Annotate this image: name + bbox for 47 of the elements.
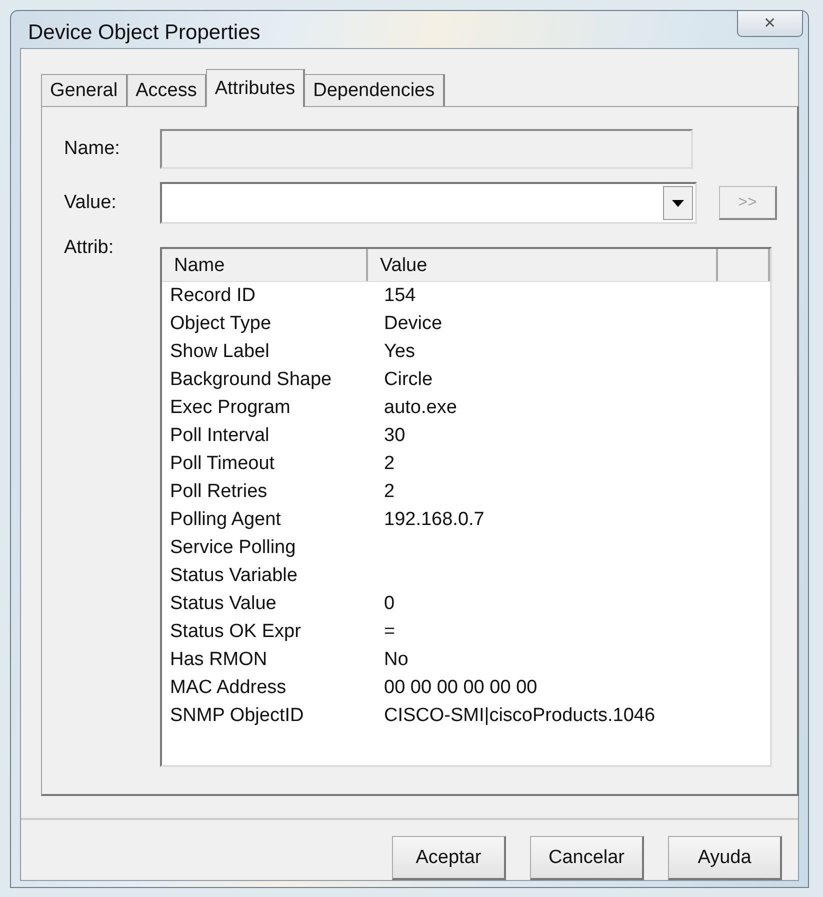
- attribute-value: 192.168.0.7: [383, 509, 486, 531]
- attribute-value: CISCO-SMI|ciscoProducts.1046: [383, 705, 656, 727]
- attribute-name: SNMP ObjectID: [169, 705, 305, 727]
- dialog-button[interactable]: Cancelar: [530, 836, 644, 880]
- attribute-name: Record ID: [169, 285, 257, 307]
- tab[interactable]: Access: [126, 74, 207, 107]
- dropdown-button[interactable]: [663, 186, 693, 220]
- attribute-value: 00 00 00 00 00 00: [383, 677, 538, 699]
- column-header[interactable]: Value: [368, 249, 718, 281]
- attribute-name: Status Variable: [169, 565, 298, 587]
- caret-down-icon: [672, 200, 684, 206]
- attribute-value: 154: [383, 285, 417, 307]
- attribute-name: Status OK Expr: [169, 621, 302, 643]
- window-title: Device Object Properties: [27, 20, 260, 44]
- attribute-name: Poll Retries: [169, 481, 268, 503]
- attribute-value: Device: [383, 313, 444, 335]
- dialog-button[interactable]: Aceptar: [392, 836, 506, 880]
- tab[interactable]: General: [41, 74, 128, 107]
- attribute-name: Status Value: [169, 593, 278, 615]
- attribute-name: MAC Address: [169, 677, 288, 699]
- attribute-value: auto.exe: [383, 397, 458, 419]
- tab[interactable]: Dependencies: [304, 74, 445, 107]
- dialog-button[interactable]: Ayuda: [668, 836, 782, 880]
- attribute-name: Exec Program: [169, 397, 292, 419]
- attribute-value: 2: [383, 453, 396, 475]
- tab[interactable]: Attributes: [206, 69, 306, 107]
- value-dropdown[interactable]: [160, 182, 697, 224]
- name-label: Name:: [64, 138, 121, 160]
- value-label: Value:: [64, 192, 118, 214]
- attribute-name: Poll Interval: [169, 425, 270, 447]
- attribute-name: Poll Timeout: [169, 453, 276, 475]
- attribute-value: 30: [383, 425, 406, 447]
- column-header[interactable]: Name: [162, 249, 368, 281]
- attribute-name: Service Polling: [169, 537, 297, 559]
- attribute-name: Background Shape: [169, 369, 333, 391]
- close-button[interactable]: ✕: [737, 10, 803, 36]
- attribute-name: Has RMON: [169, 649, 268, 671]
- attrib-label: Attrib:: [64, 237, 115, 259]
- attribute-value: No: [383, 649, 410, 671]
- attribute-name: Object Type: [169, 313, 272, 335]
- attribute-name: Show Label: [169, 341, 270, 363]
- attribute-value: =: [383, 621, 396, 643]
- attribute-value: Circle: [383, 369, 434, 391]
- attribute-value: 2: [383, 481, 396, 503]
- attribute-name: Polling Agent: [169, 509, 282, 531]
- attribute-value: 0: [383, 593, 396, 615]
- attribute-value: Yes: [383, 341, 416, 363]
